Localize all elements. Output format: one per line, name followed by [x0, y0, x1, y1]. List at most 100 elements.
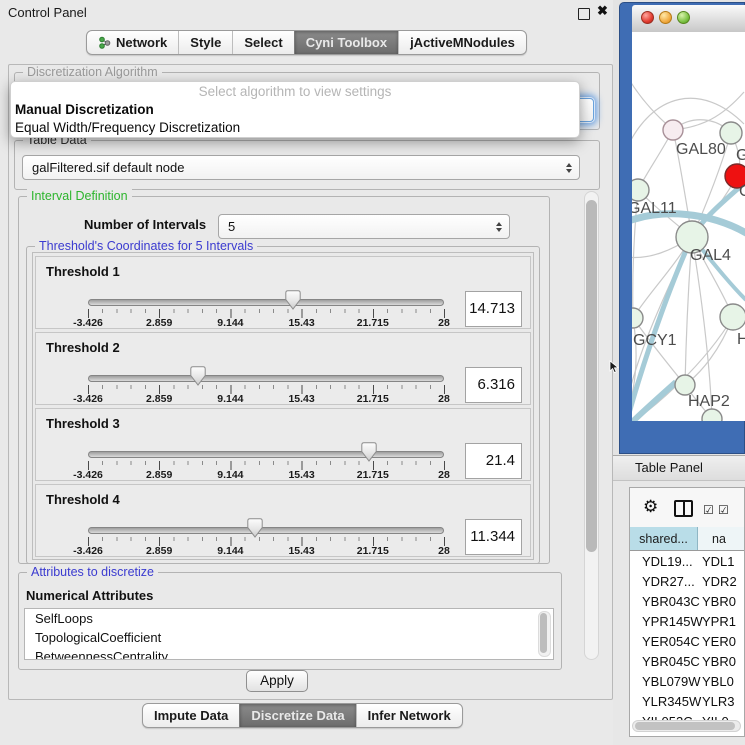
tab-impute-data[interactable]: Impute Data	[143, 704, 239, 727]
network-canvas[interactable]: GAL80GACGAL11GAL4GCY1HHAP2	[632, 32, 745, 421]
axis-tick-label: 21.715	[357, 317, 389, 329]
column-header-name[interactable]: na	[698, 527, 745, 550]
node-label: C	[739, 183, 745, 200]
axis-tick-label: 15.43	[288, 469, 314, 481]
table-horizontal-scrollbar[interactable]	[632, 720, 741, 732]
node-label: H	[737, 331, 745, 348]
axis-tick-label: 28	[438, 545, 450, 557]
axis-tick-label: 9.144	[217, 393, 243, 405]
threshold-rows-container: Threshold 1 -3.426 2.859 9.144 15.43 21.715 28…	[32, 252, 534, 560]
axis-tick-label: 28	[438, 393, 450, 405]
node-label: GCY1	[633, 332, 677, 349]
group-title: Threshold's Coordinates for 5 Intervals	[35, 239, 257, 253]
gear-icon[interactable]: ⚙	[643, 497, 658, 517]
tab-style[interactable]: Style	[178, 31, 232, 54]
slider-thumb[interactable]	[190, 366, 206, 386]
slider-track[interactable]	[88, 451, 444, 458]
table-row[interactable]: YLR345WYLR3	[630, 691, 745, 711]
attribute-list-item[interactable]: SelfLoops	[25, 609, 553, 628]
tab-cyni-toolbox[interactable]: Cyni Toolbox	[294, 31, 398, 54]
axis-tick-label: -3.426	[73, 545, 103, 557]
table-row[interactable]: YBL079WYBL0	[630, 671, 745, 691]
panel-scrollbar[interactable]	[584, 191, 599, 660]
slider-thumb[interactable]	[285, 290, 301, 310]
node-table: ⚙ ☑ ☑ shared... na YDL19...YDL1YDR27...Y…	[629, 487, 745, 737]
tab-infer-network[interactable]: Infer Network	[356, 704, 462, 727]
number-of-intervals-combo[interactable]: 5	[218, 214, 510, 239]
algorithm-dropdown-popup: Select algorithm to view settings Manual…	[10, 81, 580, 138]
zoom-traffic-light-icon[interactable]	[677, 11, 690, 24]
minimize-traffic-light-icon[interactable]	[659, 11, 672, 24]
group-title: Discretization Algorithm	[23, 65, 162, 79]
slider-thumb[interactable]	[247, 518, 263, 538]
numerical-attributes-label: Numerical Attributes	[26, 588, 153, 603]
threshold-label: Threshold 4	[46, 492, 120, 507]
table-row[interactable]: YPR145WYPR1	[630, 611, 745, 631]
popup-prompt: Select algorithm to view settings	[11, 82, 579, 101]
popup-option-manual[interactable]: Manual Discretization	[11, 101, 579, 119]
slider-track[interactable]	[88, 299, 444, 306]
table-row[interactable]: YBR043CYBR0	[630, 591, 745, 611]
threshold-row: Threshold 2-3.4262.8599.14415.4321.71528…	[35, 332, 531, 405]
threshold-value-input[interactable]: 6.316	[465, 367, 522, 403]
popup-option-equal-width[interactable]: Equal Width/Frequency Discretization	[11, 119, 579, 137]
table-data-value: galFiltered.sif default node	[32, 160, 184, 175]
network-node[interactable]	[675, 375, 695, 395]
network-icon	[98, 36, 111, 49]
group-title: Attributes to discretize	[27, 565, 158, 579]
application-window: Control Panel ✖ NetworkStyleSelectCyni T…	[0, 0, 745, 745]
table-header-row: shared... na	[630, 527, 745, 551]
attribute-list-item[interactable]: BetweennessCentrality	[25, 647, 553, 660]
close-icon[interactable]: ✖	[597, 3, 608, 19]
checkbox-icon[interactable]: ☑	[703, 503, 715, 517]
axis-tick-label: 9.144	[217, 545, 243, 557]
stepper-arrows-icon	[566, 163, 572, 173]
attribute-list-item[interactable]: TopologicalCoefficient	[25, 628, 553, 647]
axis-tick-label: -3.426	[73, 317, 103, 329]
network-node[interactable]	[632, 179, 649, 201]
table-row[interactable]: YDL19...YDL1	[630, 551, 745, 571]
threshold-value-input[interactable]: 11.344	[465, 519, 522, 555]
control-panel-tabs: NetworkStyleSelectCyni ToolboxjActiveMNo…	[86, 30, 527, 55]
network-node[interactable]	[632, 308, 643, 328]
node-label: GAL11	[632, 200, 677, 217]
node-label: HAP2	[688, 393, 730, 410]
slider-track[interactable]	[88, 527, 444, 534]
list-scrollbar[interactable]	[538, 611, 551, 657]
number-of-intervals-label: Number of Intervals	[84, 217, 206, 232]
tab-jactivemnodules[interactable]: jActiveMNodules	[398, 31, 526, 54]
checkbox-icon[interactable]: ☑	[718, 503, 730, 517]
table-row[interactable]: YER054CYER0	[630, 631, 745, 651]
table-row[interactable]: YDR27...YDR2	[630, 571, 745, 591]
close-traffic-light-icon[interactable]	[641, 11, 654, 24]
network-node[interactable]	[720, 304, 745, 330]
table-row[interactable]: YBR045CYBR0	[630, 651, 745, 671]
axis-tick-label: 15.43	[288, 317, 314, 329]
float-window-icon[interactable]	[578, 8, 590, 20]
node-label: GAL4	[690, 247, 731, 264]
threshold-label: Threshold 1	[46, 264, 120, 279]
axis-tick-label: 9.144	[217, 317, 243, 329]
axis-tick-label: 15.43	[288, 393, 314, 405]
apply-button[interactable]: Apply	[246, 670, 308, 692]
axis-tick-label: 2.859	[146, 317, 172, 329]
threshold-value-input[interactable]: 14.713	[465, 291, 522, 327]
network-node[interactable]	[720, 122, 742, 144]
slider-ticks	[88, 461, 445, 470]
tab-select[interactable]: Select	[232, 31, 293, 54]
column-header-shared-name[interactable]: shared...	[630, 527, 698, 550]
slider-ticks	[88, 537, 445, 546]
table-panel-title: Table Panel	[635, 460, 703, 475]
network-node[interactable]	[663, 120, 683, 140]
tab-network[interactable]: Network	[87, 31, 178, 54]
tab-discretize-data[interactable]: Discretize Data	[239, 704, 355, 727]
slider-thumb[interactable]	[361, 442, 377, 462]
split-columns-icon[interactable]	[674, 500, 693, 517]
table-data-combo[interactable]: galFiltered.sif default node	[22, 155, 580, 180]
threshold-value-input[interactable]: 21.4	[465, 443, 522, 479]
attributes-list[interactable]: SelfLoopsTopologicalCoefficientBetweenne…	[24, 608, 554, 660]
axis-tick-label: -3.426	[73, 469, 103, 481]
threshold-row: Threshold 3-3.4262.8599.14415.4321.71528…	[35, 408, 531, 481]
slider-track[interactable]	[88, 375, 444, 382]
slider-ticks	[88, 385, 445, 394]
